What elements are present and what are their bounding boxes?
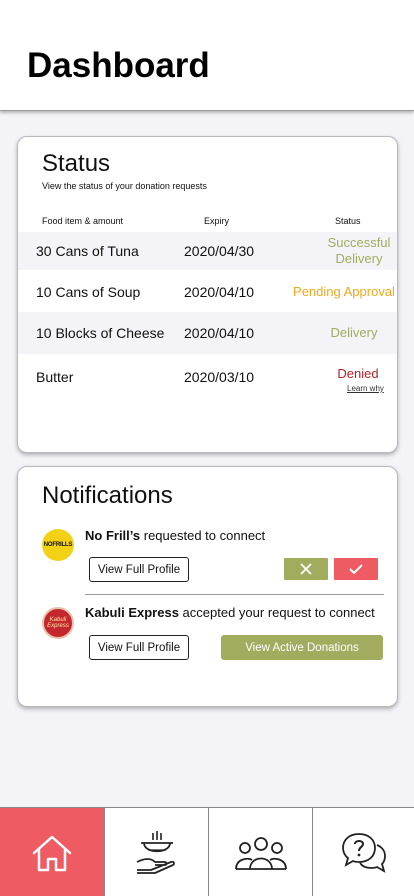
view-full-profile-button[interactable]: View Full Profile — [89, 635, 189, 660]
close-icon — [300, 563, 312, 575]
status-badge: Denied — [337, 366, 379, 381]
header: Dashboard — [0, 0, 414, 111]
tab-donations[interactable] — [105, 808, 209, 896]
view-full-profile-button[interactable]: View Full Profile — [89, 557, 189, 582]
decline-button[interactable] — [284, 558, 328, 580]
divider — [85, 594, 384, 595]
table-row[interactable]: 10 Cans of Soup 2020/04/10 Pending Appro… — [18, 270, 397, 312]
expiry-date: 2020/04/10 — [184, 284, 255, 300]
tab-community[interactable] — [209, 808, 313, 896]
help-chat-icon — [341, 832, 386, 873]
expiry-date: 2020/04/30 — [184, 243, 255, 259]
accept-button[interactable] — [334, 558, 378, 580]
notification-text: No Frill’s requested to connect — [85, 528, 266, 543]
food-item: 30 Cans of Tuna — [36, 243, 139, 259]
kabuli-express-logo: Kabuli Express — [42, 607, 74, 639]
column-header-status: Status — [335, 216, 361, 226]
status-subtitle: View the status of your donation request… — [42, 181, 207, 191]
food-item: 10 Blocks of Cheese — [36, 325, 165, 341]
food-item: 10 Cans of Soup — [36, 284, 141, 300]
expiry-date: 2020/03/10 — [184, 369, 255, 385]
home-icon — [32, 835, 72, 871]
column-header-food: Food item & amount — [42, 216, 124, 226]
table-row[interactable]: 30 Cans of Tuna 2020/04/30 Successful De… — [18, 232, 397, 270]
nofrills-logo: NOFRILLS — [42, 529, 74, 561]
community-icon — [234, 836, 287, 870]
status-card: Status View the status of your donation … — [17, 136, 398, 453]
check-icon — [349, 564, 363, 575]
page-title: Dashboard — [27, 46, 210, 85]
view-active-donations-button[interactable]: View Active Donations — [221, 635, 383, 660]
expiry-date: 2020/04/10 — [184, 325, 255, 341]
notifications-card: Notifications NOFRILLS No Frill’s reques… — [17, 466, 398, 707]
tab-home[interactable] — [0, 808, 105, 896]
table-row[interactable]: 10 Blocks of Cheese 2020/04/10 Delivery — [18, 312, 397, 354]
learn-why-link[interactable]: Learn why — [347, 384, 384, 393]
status-badge: Delivery — [330, 325, 378, 340]
status-badge: Successful Delivery — [327, 235, 391, 266]
column-header-expiry: Expiry — [204, 216, 230, 226]
notifications-title: Notifications — [42, 482, 173, 509]
food-item: Butter — [36, 369, 74, 385]
status-title: Status — [42, 150, 111, 177]
table-row[interactable]: Butter 2020/03/10 Denied Learn why — [18, 354, 397, 402]
tab-help[interactable] — [313, 808, 414, 896]
status-badge: Pending Approval — [293, 284, 395, 299]
bottom-tab-bar — [0, 807, 414, 896]
food-donation-icon — [136, 830, 175, 874]
notification-text: Kabuli Express accepted your request to … — [85, 605, 375, 620]
